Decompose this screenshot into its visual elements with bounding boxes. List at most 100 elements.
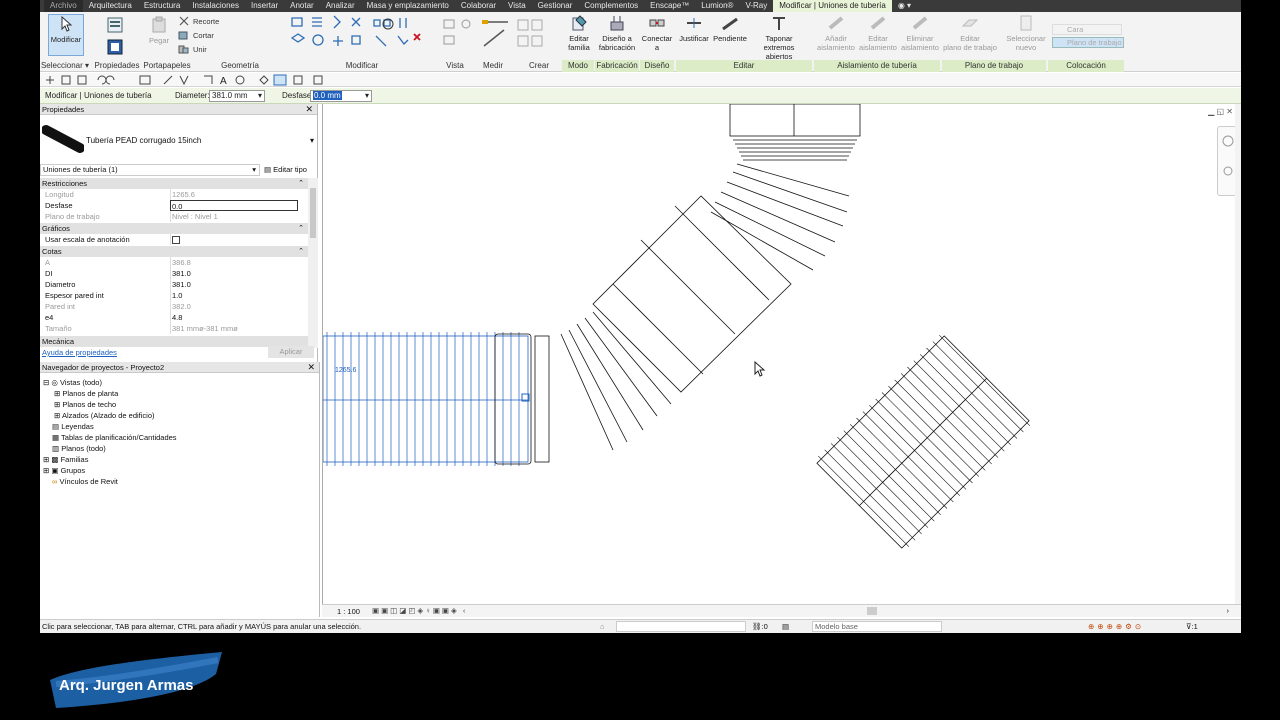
row-pared-int: Pared int 382.0	[40, 301, 308, 312]
tree-floor-plans[interactable]: ⊞ Planos de planta	[54, 388, 118, 399]
properties-scrollbar[interactable]	[308, 178, 318, 348]
quick-access-icons[interactable]: A	[44, 74, 344, 86]
close-icon[interactable]: ✕	[307, 362, 315, 373]
workplane-option[interactable]: Plano de trabajo	[1052, 37, 1124, 48]
diameter-label: Diameter:	[175, 91, 210, 100]
workplane-panel-label: Plano de trabajo	[942, 60, 1046, 72]
tab-masa[interactable]: Masa y emplazamiento	[361, 0, 455, 12]
apply-button[interactable]: Aplicar	[268, 346, 314, 358]
cap-open-ends-button[interactable]: Taponar extremos abiertos	[750, 14, 808, 61]
cut-button[interactable]: Cortar	[193, 31, 214, 40]
tab-gestionar[interactable]: Gestionar	[532, 0, 579, 12]
close-icon[interactable]: ✕	[305, 104, 313, 115]
tab-colaborar[interactable]: Colaborar	[455, 0, 502, 12]
selection-toggle-icons[interactable]: ⊕⊕⊕⊕⚙⊙	[1088, 620, 1144, 633]
tree-ceiling-plans[interactable]: ⊞ Planos de techo	[54, 399, 116, 410]
browser-header: Navegador de proyectos - Proyecto2 ✕	[40, 362, 319, 373]
properties-help-link[interactable]: Ayuda de propiedades	[42, 348, 117, 357]
tree-elevations[interactable]: ⊞ Alzados (Alzado de edificio)	[54, 410, 155, 421]
tab-arquitectura[interactable]: Arquitectura	[83, 0, 138, 12]
properties-button[interactable]	[102, 16, 128, 36]
tab-estructura[interactable]: Estructura	[138, 0, 186, 12]
tree-legends[interactable]: ▤ Leyendas	[52, 421, 94, 432]
connect-to-button[interactable]: Conectar a	[640, 14, 674, 52]
section-dimensions[interactable]: Cotas ⌃	[40, 246, 308, 257]
collapse-icon: ⌃	[298, 225, 304, 232]
annotation-scale-checkbox[interactable]	[172, 236, 180, 244]
edit-type-button[interactable]: ▤ Editar tipo	[264, 164, 307, 176]
select-new-icon	[1020, 15, 1032, 31]
tab-archivo[interactable]: Archivo	[44, 0, 83, 12]
row-espesor[interactable]: Espesor pared int 1.0	[40, 290, 308, 301]
instance-filter-dropdown[interactable]: Uniones de tubería (1) ▾	[40, 164, 260, 176]
type-selector-dropdown[interactable]: ▾	[310, 136, 314, 145]
justify-button[interactable]: Justificar	[676, 14, 712, 43]
join-geometry-icon[interactable]	[178, 44, 190, 55]
row-di[interactable]: DI 381.0	[40, 268, 308, 279]
edit-family-button[interactable]: Editar familia	[562, 14, 596, 52]
slope-button[interactable]: Pendiente	[712, 14, 748, 43]
cope-button[interactable]: Recorte	[193, 17, 219, 26]
remove-insulation-button[interactable]: Eliminar aislamiento	[900, 14, 940, 52]
join-button[interactable]: Unir	[193, 45, 207, 54]
edit-panel-label: Editar	[676, 60, 812, 72]
tab-vista[interactable]: Vista	[502, 0, 532, 12]
placement-panel-label: Colocación	[1048, 60, 1124, 72]
select-panel-label[interactable]: Seleccionar ▾	[40, 60, 90, 72]
modify-panel-label: Modificar	[345, 61, 379, 70]
design-option-dropdown[interactable]: Modelo base	[812, 621, 942, 632]
scroll-right-icon[interactable]: ›	[1227, 606, 1230, 615]
diameter-select[interactable]: 381.0 mm ▾	[209, 90, 265, 102]
view-window-controls[interactable]: ▁ ◱ ✕	[1208, 107, 1233, 116]
tab-instalaciones[interactable]: Instalaciones	[186, 0, 245, 12]
row-desfase[interactable]: Desfase 0.0	[40, 200, 308, 211]
chevron-down-icon: ▾	[364, 91, 369, 100]
row-e4[interactable]: e4 4.8	[40, 312, 308, 323]
select-new-button[interactable]: Seleccionar nuevo	[1004, 14, 1048, 52]
tab-complementos[interactable]: Complementos	[578, 0, 644, 12]
filter-icon[interactable]: ⊽:1	[1186, 620, 1198, 633]
add-insulation-button[interactable]: Añadir aislamiento	[816, 14, 856, 52]
design-option-icon[interactable]: ▤	[782, 620, 789, 633]
modify-tools-icons[interactable]	[288, 14, 423, 58]
tab-insertar[interactable]: Insertar	[245, 0, 284, 12]
worksharing-icon[interactable]: ⌂	[600, 620, 605, 633]
tree-schedules[interactable]: ▦ Tablas de planificación/Cantidades	[52, 432, 177, 443]
tab-vray[interactable]: V-Ray	[739, 0, 773, 12]
face-option[interactable]: Cara	[1052, 24, 1122, 35]
cut-scissors-icon[interactable]	[178, 16, 190, 27]
tree-views-all[interactable]: ⊟ ◎ Vistas (todo)	[43, 377, 102, 388]
edit-insulation-button[interactable]: Editar aislamiento	[858, 14, 898, 52]
edit-workplane-button[interactable]: Editar plano de trabajo	[942, 14, 998, 52]
fabrication-design-button[interactable]: Diseño a fabricación	[596, 14, 638, 52]
tab-lumion[interactable]: Lumion®	[695, 0, 739, 12]
navigation-bar[interactable]	[1217, 126, 1237, 196]
tab-enscape[interactable]: Enscape™	[644, 0, 695, 12]
horizontal-scroll-thumb[interactable]	[867, 607, 877, 615]
paste-button[interactable]: Pegar	[144, 16, 174, 45]
offset-input[interactable]: 0.0 mm ▾	[310, 90, 372, 102]
row-annotation-scale[interactable]: Usar escala de anotación	[40, 234, 308, 245]
view-scale[interactable]: 1 : 100	[337, 607, 360, 616]
vertical-scrollbar[interactable]	[1235, 104, 1241, 604]
section-graphics[interactable]: Gráficos ⌃	[40, 223, 308, 234]
drawing-canvas[interactable]: 1265.6 ▁ ◱ ✕	[322, 103, 1241, 617]
view-measure-create-icons[interactable]	[440, 16, 550, 56]
tab-anotar[interactable]: Anotar	[284, 0, 320, 12]
tab-analizar[interactable]: Analizar	[320, 0, 361, 12]
section-constraints[interactable]: Restricciones ⌃	[40, 178, 308, 189]
tree-groups[interactable]: ⊞ ▣ Grupos	[43, 465, 85, 476]
context-toggle-icon[interactable]: ◉ ▾	[892, 0, 917, 12]
tab-modificar-uniones[interactable]: Modificar | Uniones de tubería	[773, 0, 892, 12]
cut-geometry-icon[interactable]	[178, 30, 190, 41]
tree-revit-links[interactable]: ∞ Vínculos de Revit	[52, 476, 118, 487]
row-diametro[interactable]: Diametro 381.0	[40, 279, 308, 290]
modify-button[interactable]: Modificar	[48, 14, 84, 56]
tree-sheets[interactable]: ▥ Planos (todo)	[52, 443, 106, 454]
tree-families[interactable]: ⊞ ▩ Familias	[43, 454, 88, 465]
create-panel-label: Crear	[528, 61, 549, 70]
view-control-icons[interactable]: ▣▣◫◪◰◈♀▣▣◈ ‹	[372, 606, 467, 615]
type-properties-button[interactable]	[102, 38, 128, 58]
properties-icon	[107, 17, 123, 33]
workset-dropdown[interactable]	[616, 621, 746, 632]
